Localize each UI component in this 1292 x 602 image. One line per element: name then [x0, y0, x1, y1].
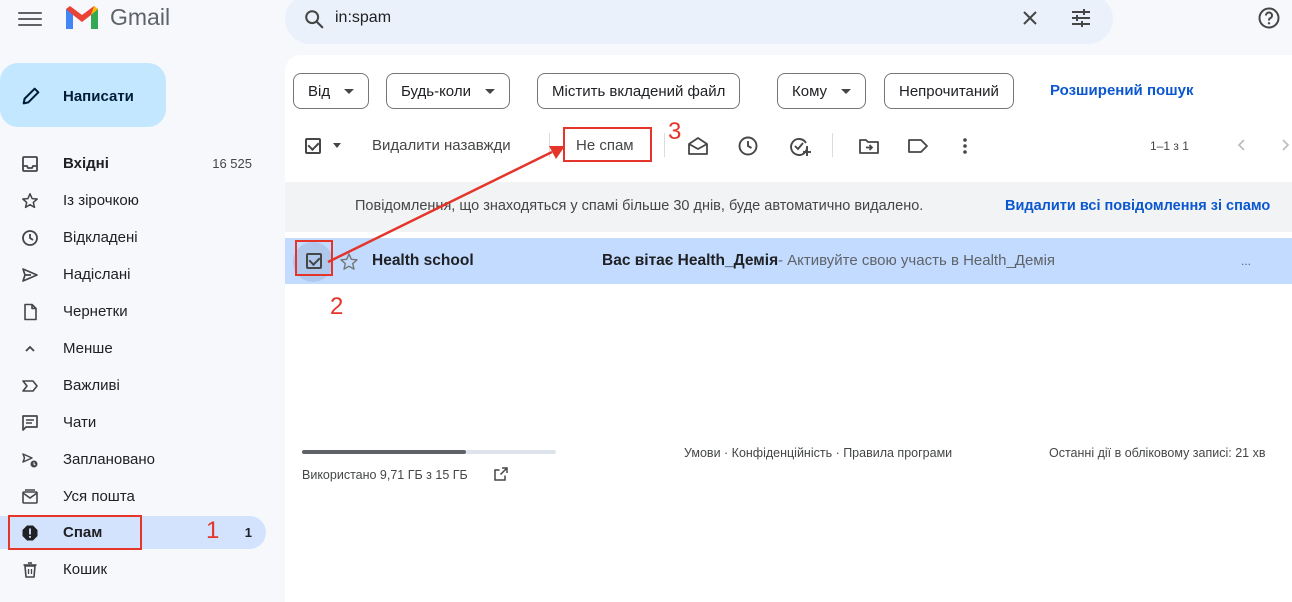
chip-label: Містить вкладений файл	[552, 82, 726, 100]
open-in-new-icon[interactable]	[493, 466, 509, 482]
draft-icon	[24, 303, 37, 321]
pagination-label: 1–1 з 1	[1150, 139, 1189, 153]
search-input[interactable]: in:spam	[335, 9, 391, 27]
select-menu-chevron-icon[interactable]	[333, 143, 341, 148]
main-menu-icon[interactable]	[18, 8, 42, 28]
sidebar-item-label: Важливі	[63, 377, 120, 394]
filter-any-time-chip[interactable]: Будь-коли	[386, 73, 510, 109]
empty-spam-link[interactable]: Видалити всі повідомлення зі спамо	[1005, 198, 1270, 214]
sidebar-item-label: Вхідні	[63, 155, 109, 172]
clock-icon	[22, 230, 38, 246]
sidebar-item-label: Кошик	[63, 561, 108, 578]
chevron-left-icon[interactable]	[1233, 136, 1251, 154]
sidebar-item-trash[interactable]: Кошик	[0, 553, 266, 586]
annotation-number-1: 1	[206, 517, 220, 544]
sidebar-item-important[interactable]: Важливі	[0, 369, 266, 402]
sidebar-item-drafts[interactable]: Чернетки	[0, 295, 266, 328]
compose-label: Написати	[63, 88, 134, 105]
chevron-down-icon	[344, 88, 355, 94]
important-icon	[22, 380, 38, 392]
delete-forever-button[interactable]: Видалити назавжди	[372, 137, 511, 154]
gmail-logo-text: Gmail	[110, 4, 171, 30]
toolbar-divider	[832, 133, 833, 157]
annotation-number-3: 3	[668, 118, 682, 145]
more-vert-icon[interactable]	[953, 134, 977, 158]
star-icon[interactable]	[339, 252, 359, 272]
compose-button[interactable]: Написати	[0, 63, 166, 127]
last-activity-text: Останні дії в обліковому записі: 21 хв	[1049, 446, 1266, 460]
message-snippet: - Активуйте свою участь в Health_Демія	[778, 252, 1056, 269]
sidebar-item-label: Надіслані	[63, 266, 131, 283]
message-sender: Health school	[372, 252, 474, 269]
app-header: Gmail in:spam	[0, 0, 1292, 44]
sidebar-item-chats[interactable]: Чати	[0, 406, 266, 439]
toolbar-divider	[549, 133, 550, 157]
send-icon	[22, 268, 38, 282]
message-subject: Вас вітає Health_Демія	[602, 252, 779, 269]
trash-icon	[23, 562, 37, 578]
chip-label: Кому	[792, 82, 828, 100]
help-icon[interactable]	[1257, 6, 1281, 30]
sidebar-item-inbox[interactable]: Вхідні 16 525	[0, 147, 266, 180]
chat-icon	[22, 415, 38, 431]
sidebar-item-label: Відкладені	[63, 229, 138, 246]
mark-as-read-icon[interactable]	[686, 134, 710, 158]
label-icon[interactable]	[906, 134, 930, 158]
chevron-down-icon	[841, 88, 852, 94]
add-to-tasks-icon[interactable]	[787, 134, 811, 158]
annotation-number-2: 2	[330, 293, 344, 320]
footer-links[interactable]: Умови · Конфіденційність · Правила прогр…	[684, 446, 952, 460]
chip-label: Будь-коли	[401, 82, 471, 100]
star-icon	[22, 193, 38, 209]
filter-unread-chip[interactable]: Непрочитаний	[884, 73, 1014, 109]
inbox-icon	[22, 156, 38, 172]
sidebar-item-sent[interactable]: Надіслані	[0, 258, 266, 291]
move-to-icon[interactable]	[857, 134, 881, 158]
sidebar-item-label: Уся пошта	[63, 488, 135, 505]
storage-progress-fill	[302, 450, 467, 454]
sidebar-item-less[interactable]: Менше	[0, 332, 266, 365]
sidebar-item-all-mail[interactable]: Уся пошта	[0, 480, 266, 513]
filter-has-attachment-chip[interactable]: Містить вкладений файл	[537, 73, 741, 109]
row-more-indicator: ...	[1241, 254, 1252, 268]
filter-from-chip[interactable]: Від	[293, 73, 370, 109]
unread-count: 1	[244, 525, 252, 540]
search-bar[interactable]: in:spam	[285, 0, 1113, 44]
scheduled-icon	[22, 453, 38, 468]
sidebar-item-label: Чернетки	[63, 303, 128, 320]
chevron-up-icon	[25, 345, 35, 352]
annotation-box-not-spam	[563, 127, 652, 162]
toolbar-divider	[664, 133, 665, 157]
sidebar-item-snoozed[interactable]: Відкладені	[0, 221, 266, 254]
close-icon[interactable]	[1018, 6, 1042, 30]
search-options-icon[interactable]	[1069, 6, 1093, 30]
sidebar-item-starred[interactable]: Із зірочкою	[0, 184, 266, 217]
annotation-box-checkbox	[295, 240, 333, 276]
sidebar-item-label: Із зірочкою	[63, 192, 139, 209]
sidebar-item-label: Менше	[63, 340, 113, 357]
pencil-icon	[22, 87, 40, 105]
storage-progress-bar	[302, 450, 556, 454]
unread-count: 16 525	[212, 156, 252, 171]
chevron-right-icon[interactable]	[1276, 136, 1292, 154]
sidebar-item-label: Заплановано	[63, 451, 156, 468]
snooze-clock-icon[interactable]	[736, 134, 760, 158]
search-icon[interactable]	[303, 8, 325, 30]
chip-label: Від	[308, 82, 331, 100]
select-all-checkbox[interactable]	[305, 138, 321, 154]
chevron-down-icon	[484, 88, 495, 94]
chip-label: Непрочитаний	[899, 82, 999, 100]
storage-usage-text: Використано 9,71 ГБ з 15 ГБ	[302, 468, 468, 482]
spam-info-text: Повідомлення, що знаходяться у спамі біл…	[355, 198, 924, 214]
all-mail-icon	[22, 489, 38, 504]
advanced-search-link[interactable]: Розширений пошук	[1050, 82, 1194, 99]
sidebar-item-label: Чати	[63, 414, 97, 431]
gmail-logo-icon[interactable]	[64, 3, 100, 31]
annotation-box-spam	[8, 515, 142, 550]
sidebar-item-scheduled[interactable]: Заплановано	[0, 443, 266, 476]
filter-to-chip[interactable]: Кому	[777, 73, 867, 109]
